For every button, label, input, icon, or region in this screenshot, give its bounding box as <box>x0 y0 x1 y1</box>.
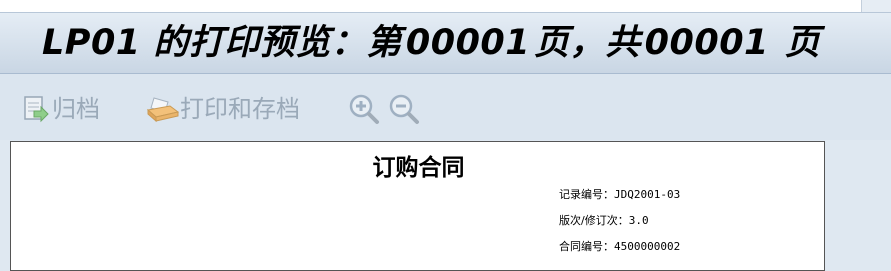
archive-button[interactable]: 归档 <box>22 92 100 126</box>
page-title: LP01 的打印预览：第 00001 页，共 00001 页 <box>42 21 824 65</box>
toolbar: 归档 打印和存档 <box>0 74 891 140</box>
contract-number-field: 合同编号：4500000002 <box>559 238 680 254</box>
preview-page[interactable]: 订购合同 记录编号：JDQ2001-03 版次/修订次：3.0 合同编号：450… <box>10 141 825 271</box>
printer-icon <box>144 94 180 124</box>
record-number-value: JDQ2001-03 <box>614 188 681 201</box>
print-and-archive-button[interactable]: 打印和存档 <box>144 92 300 126</box>
archive-icon <box>22 94 52 124</box>
revision-value: 3.0 <box>628 214 649 227</box>
total-page-number: 00001 <box>644 23 769 63</box>
zoom-out-icon <box>388 93 420 125</box>
contract-number-value: 4500000002 <box>614 240 681 253</box>
record-number-label: 记录编号： <box>559 188 614 201</box>
window-corner-control[interactable] <box>861 0 891 12</box>
contract-number-label: 合同编号： <box>559 240 614 253</box>
revision-label: 版次/修订次： <box>559 214 629 227</box>
title-prefix: LP01 的打印预览：第 <box>42 23 402 63</box>
title-bar: LP01 的打印预览：第 00001 页，共 00001 页 <box>0 12 891 74</box>
zoom-in-icon <box>348 93 380 125</box>
revision-field: 版次/修订次：3.0 <box>559 212 649 228</box>
zoom-in-button[interactable] <box>348 92 380 126</box>
title-middle: 页，共 <box>534 23 641 63</box>
record-number-field: 记录编号：JDQ2001-03 <box>559 186 680 202</box>
print-and-archive-label: 打印和存档 <box>180 95 300 123</box>
archive-label: 归档 <box>52 95 100 123</box>
window-top-strip <box>0 0 891 12</box>
current-page-number: 00001 <box>405 23 531 63</box>
zoom-out-button[interactable] <box>388 92 420 126</box>
document-title: 订购合同 <box>372 155 465 181</box>
title-suffix: 页 <box>784 23 821 63</box>
